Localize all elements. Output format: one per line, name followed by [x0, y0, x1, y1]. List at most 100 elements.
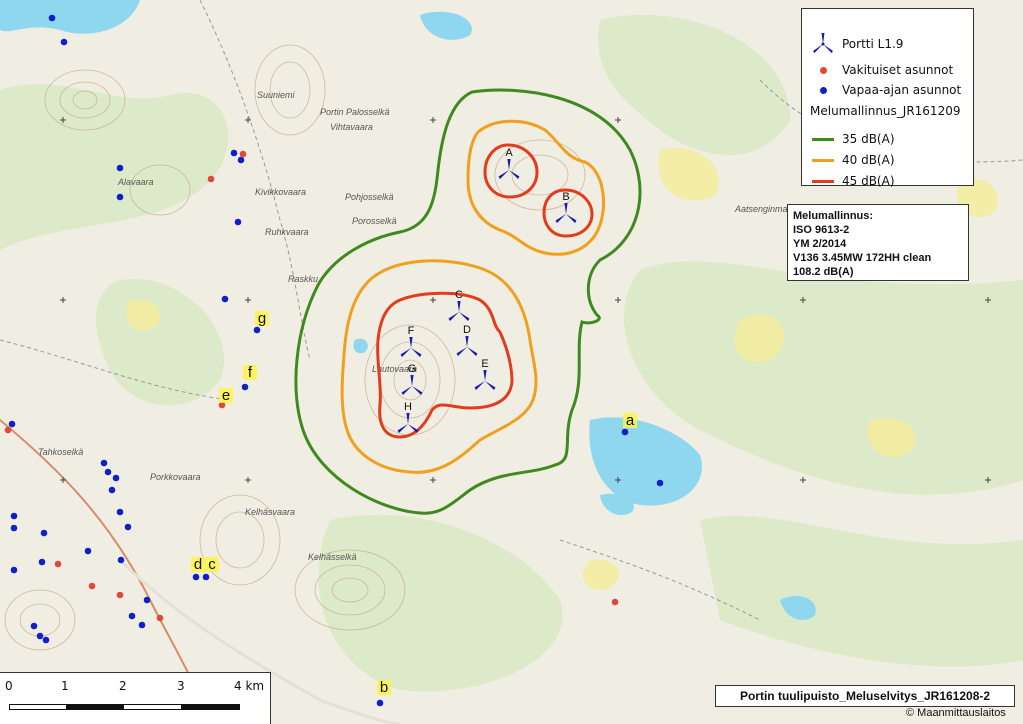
- place-name: Aatsenginmaa: [734, 204, 793, 214]
- receptor-label: a: [626, 412, 635, 429]
- holiday-home-marker[interactable]: [30, 622, 38, 630]
- place-name: Ruhkvaara: [265, 227, 309, 237]
- holiday-home-marker[interactable]: [48, 14, 56, 22]
- holiday-home-marker[interactable]: [10, 512, 18, 520]
- turbine-label: A: [505, 147, 513, 159]
- holiday-home-marker[interactable]: [116, 193, 124, 201]
- place-name: Kivikkovaara: [255, 187, 306, 197]
- scale-segment: [123, 704, 182, 710]
- place-name: Tahkoselkä: [38, 447, 83, 457]
- holiday-home-marker[interactable]: [192, 573, 200, 581]
- scale-label: 2: [119, 679, 127, 693]
- line-45-icon: [812, 179, 834, 183]
- place-name: Kelhässelkä: [308, 552, 357, 562]
- holiday-home-marker[interactable]: [36, 632, 44, 640]
- permanent-dwelling-marker[interactable]: [54, 560, 62, 568]
- turbine-label: H: [404, 401, 412, 413]
- legend-turbine: Portti L1.9: [810, 32, 903, 56]
- legend-contour-45: 45 dB(A): [810, 172, 895, 190]
- holiday-home-marker[interactable]: [108, 486, 116, 494]
- holiday-home-marker[interactable]: [202, 573, 210, 581]
- holiday-home-marker[interactable]: [656, 479, 664, 487]
- holiday-home-marker[interactable]: [124, 523, 132, 531]
- receptor-label: b: [380, 679, 388, 696]
- legend-holiday: Vapaa-ajan asunnot: [810, 81, 961, 99]
- scale-bar: 0 1 2 3 4 km: [0, 672, 271, 724]
- line-40-icon: [812, 158, 834, 162]
- legend-contour-45-label: 45 dB(A): [842, 174, 895, 188]
- scale-label: 3: [177, 679, 185, 693]
- place-name: Porkkovaara: [150, 472, 201, 482]
- holiday-home-marker[interactable]: [38, 558, 46, 566]
- holiday-home-marker[interactable]: [621, 428, 629, 436]
- permanent-dwelling-marker[interactable]: [88, 582, 96, 590]
- turbine-label: D: [463, 324, 471, 336]
- line-35-icon: [812, 137, 834, 141]
- turbine-label: C: [455, 289, 463, 301]
- info-line: Melumallinnus:: [793, 210, 874, 222]
- place-name: Kelhäsvaara: [245, 507, 295, 517]
- holiday-home-marker[interactable]: [117, 556, 125, 564]
- place-name: Porosselkä: [352, 216, 397, 226]
- receptor-label: e: [222, 387, 230, 404]
- holiday-home-marker[interactable]: [116, 164, 124, 172]
- map-title: Portin tuulipuisto_Meluselvitys_JR161208…: [715, 685, 1015, 707]
- holiday-home-marker[interactable]: [40, 529, 48, 537]
- permanent-dwelling-marker[interactable]: [207, 175, 215, 183]
- holiday-home-marker[interactable]: [128, 612, 136, 620]
- receptor-label: d: [194, 556, 202, 573]
- holiday-home-marker[interactable]: [253, 326, 261, 334]
- holiday-home-marker[interactable]: [143, 596, 151, 604]
- info-line: ISO 9613-2: [793, 224, 850, 236]
- holiday-home-marker[interactable]: [84, 547, 92, 555]
- turbine-label: F: [408, 325, 415, 337]
- turbine-label: G: [408, 363, 417, 375]
- holiday-home-marker[interactable]: [376, 699, 384, 707]
- holiday-home-marker[interactable]: [237, 156, 245, 164]
- scale-segment: [66, 704, 124, 710]
- legend-contour-35: 35 dB(A): [810, 130, 895, 148]
- holiday-home-marker[interactable]: [230, 149, 238, 157]
- turbine-label: B: [562, 191, 569, 203]
- holiday-home-marker[interactable]: [42, 636, 50, 644]
- permanent-dwelling-marker[interactable]: [4, 426, 12, 434]
- holiday-home-marker[interactable]: [100, 459, 108, 467]
- place-name: Portin Palosselkä: [320, 107, 390, 117]
- holiday-home-marker[interactable]: [138, 621, 146, 629]
- receptor-label: c: [208, 556, 216, 573]
- holiday-home-icon: [819, 86, 827, 94]
- permanent-dwelling-marker[interactable]: [156, 614, 164, 622]
- permanent-dwelling-marker[interactable]: [116, 591, 124, 599]
- holiday-home-marker[interactable]: [60, 38, 68, 46]
- place-name: Pohjosselkä: [345, 192, 394, 202]
- scale-label: 1: [61, 679, 69, 693]
- legend-permanent: Vakituiset asunnot: [810, 61, 953, 79]
- info-line: 108.2 dB(A): [793, 266, 854, 278]
- place-name: Vihtavaara: [330, 122, 373, 132]
- legend-contour-35-label: 35 dB(A): [842, 132, 895, 146]
- holiday-home-marker[interactable]: [104, 468, 112, 476]
- holiday-home-marker[interactable]: [241, 383, 249, 391]
- scale-segment: [181, 704, 240, 710]
- place-name: Raskku: [288, 274, 318, 284]
- holiday-home-marker[interactable]: [8, 420, 16, 428]
- holiday-home-marker[interactable]: [10, 566, 18, 574]
- holiday-home-marker[interactable]: [221, 295, 229, 303]
- holiday-home-marker[interactable]: [116, 508, 124, 516]
- scale-label: 0: [5, 679, 13, 693]
- info-line: V136 3.45MW 172HH clean: [793, 252, 932, 264]
- scale-label: 4 km: [234, 679, 265, 693]
- place-name: Alavaara: [117, 177, 154, 187]
- holiday-home-marker[interactable]: [10, 524, 18, 532]
- receptor-label: g: [258, 310, 266, 327]
- holiday-home-marker[interactable]: [234, 218, 242, 226]
- permanent-dwelling-marker[interactable]: [239, 150, 247, 158]
- legend-contour-40: 40 dB(A): [810, 151, 895, 169]
- copyright-text: © Maanmittauslaitos: [906, 707, 1006, 719]
- turbine-icon: [810, 32, 836, 56]
- permanent-dwelling-icon: [819, 66, 827, 74]
- scale-segment: [9, 704, 67, 710]
- model-info-box: Melumallinnus: ISO 9613-2 YM 2/2014 V136…: [787, 204, 969, 281]
- permanent-dwelling-marker[interactable]: [611, 598, 619, 606]
- holiday-home-marker[interactable]: [112, 474, 120, 482]
